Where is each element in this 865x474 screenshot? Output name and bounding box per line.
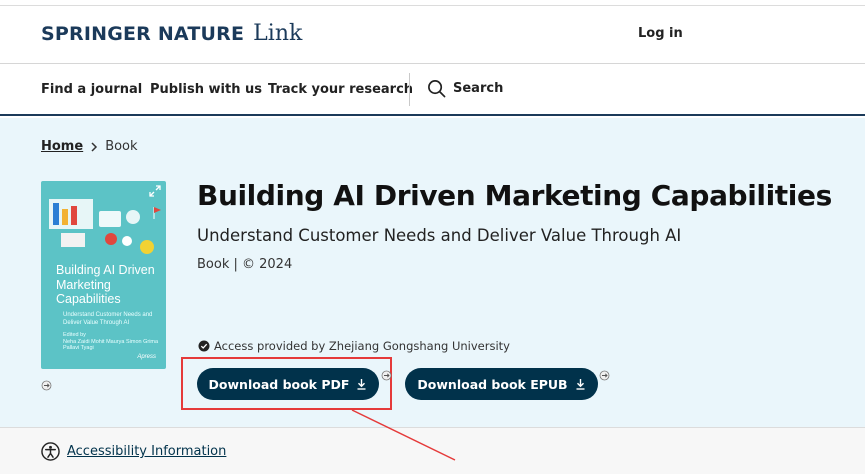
cover-publisher: Apress (137, 354, 156, 360)
download-icon (576, 379, 585, 390)
translate-badge-icon (381, 370, 392, 381)
accessibility-bar: Accessibility Information (0, 427, 865, 474)
breadcrumb: Home Book (41, 139, 138, 154)
logo-mark: SPRINGER NATURE (41, 23, 245, 45)
book-subtitle: Understand Customer Needs and Deliver Va… (197, 226, 682, 245)
chevron-right-icon (91, 141, 98, 152)
cover-subtitle: Understand Customer Needs and Deliver Va… (63, 312, 153, 326)
translate-badge-icon (599, 370, 610, 381)
accessibility-icon (41, 442, 60, 461)
main-nav: Find a journal Publish with us Track you… (0, 65, 865, 116)
cover-editors-names: Neha Zaidi Mohit Maurya Simon Grima Pall… (63, 338, 159, 352)
cover-title: Building AI Driven Marketing Capabilitie… (56, 263, 155, 306)
breadcrumb-home[interactable]: Home (41, 139, 83, 154)
download-pdf-label: Download book PDF (208, 376, 350, 392)
access-text: Access provided by Zhejiang Gongshang Un… (214, 339, 510, 353)
accessibility-link[interactable]: Accessibility Information (41, 442, 226, 461)
search-label: Search (453, 81, 504, 96)
nav-divider (409, 73, 410, 106)
download-epub-label: Download book EPUB (417, 376, 568, 392)
search-icon (428, 80, 446, 98)
book-title: Building AI Driven Marketing Capabilitie… (197, 179, 832, 212)
translate-badge-icon (41, 380, 52, 391)
access-notice: Access provided by Zhejiang Gongshang Un… (198, 339, 510, 353)
nav-track-research[interactable]: Track your research (268, 82, 413, 97)
download-pdf-button[interactable]: Download book PDF (197, 368, 379, 400)
site-header: SPRINGER NATURE Link Log in (0, 6, 865, 64)
download-epub-button[interactable]: Download book EPUB (405, 368, 598, 400)
book-meta: Book | © 2024 (197, 257, 293, 272)
breadcrumb-current: Book (105, 139, 138, 154)
nav-publish-with-us[interactable]: Publish with us (150, 82, 262, 97)
check-circle-icon (198, 340, 210, 352)
springer-nature-link-logo[interactable]: SPRINGER NATURE Link (41, 21, 302, 46)
cover-editors: Edited by Neha Zaidi Mohit Maurya Simon … (63, 332, 163, 352)
login-link[interactable]: Log in (638, 26, 683, 41)
logo-link-text: Link (253, 21, 303, 46)
book-hero: Home Book Building AI Driven Marketing C… (0, 118, 865, 427)
download-icon (357, 379, 366, 390)
accessibility-label: Accessibility Information (67, 444, 227, 459)
search-button[interactable]: Search (427, 79, 503, 98)
book-cover[interactable]: Building AI Driven Marketing Capabilitie… (41, 181, 166, 369)
nav-find-journal[interactable]: Find a journal (41, 82, 142, 97)
expand-icon[interactable] (148, 184, 162, 198)
